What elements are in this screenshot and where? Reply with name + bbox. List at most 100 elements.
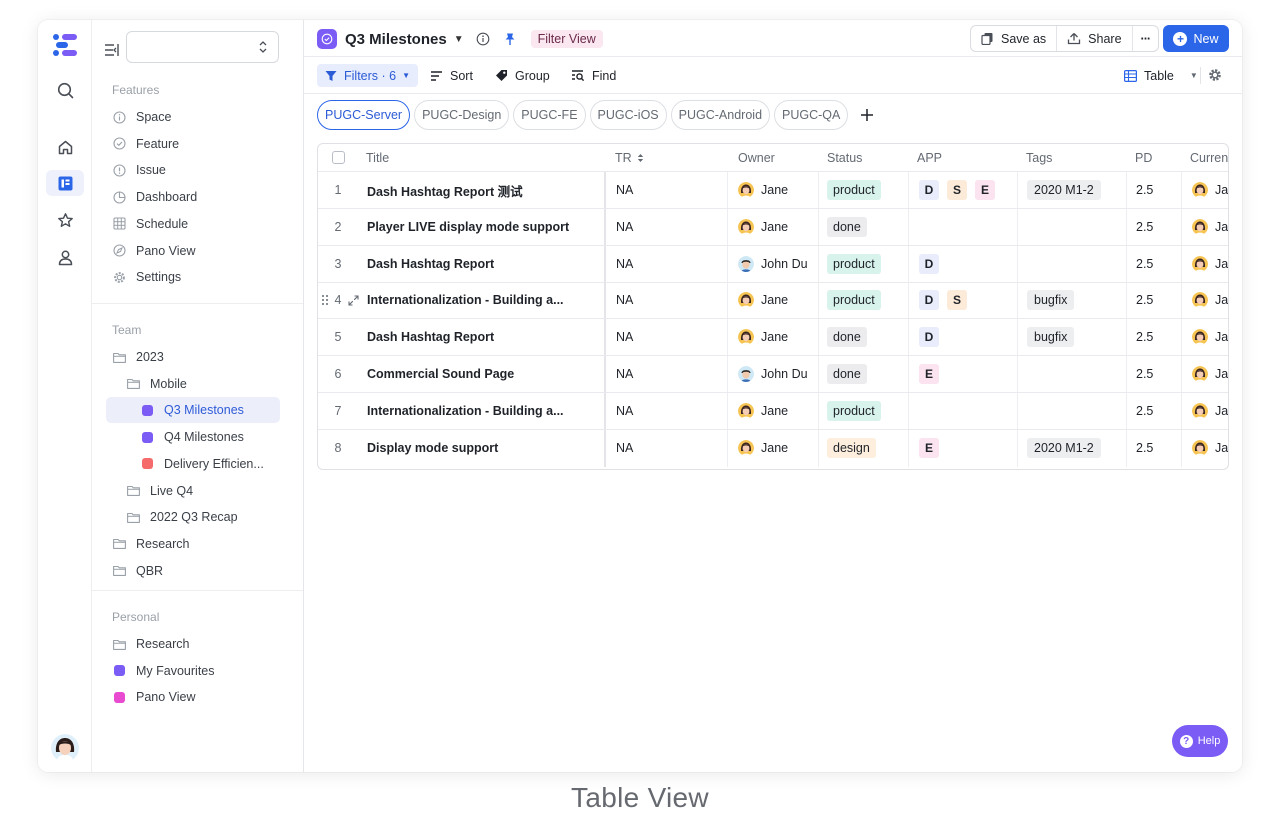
status-cell[interactable]: done — [819, 319, 909, 356]
collapse-sidebar-icon[interactable] — [104, 41, 122, 59]
title-cell[interactable]: Player LIVE display mode support — [363, 208, 606, 245]
more-button[interactable]: ··· — [1133, 26, 1159, 51]
tab-pugc-android[interactable]: PUGC-Android — [670, 100, 771, 130]
sidebar-item-issue[interactable]: Issue — [112, 157, 288, 183]
sidebar-item-settings[interactable]: Settings — [112, 264, 288, 290]
status-cell[interactable]: done — [819, 208, 909, 245]
tags-cell[interactable]: 2020 M1-2 — [1018, 172, 1127, 208]
title-cell[interactable]: Dash Hashtag Report 测试 — [363, 172, 606, 208]
pd-cell[interactable]: 2.5 — [1127, 356, 1182, 392]
pd-cell[interactable]: 2.5 — [1127, 429, 1182, 467]
current-owner-cell[interactable]: Jan — [1182, 282, 1228, 318]
title-cell[interactable]: Internationalization - Building a... — [363, 392, 606, 429]
tab-pugc-design[interactable]: PUGC-Design — [414, 100, 510, 130]
column-header-tags[interactable]: Tags — [1018, 144, 1126, 171]
sidebar-item-feature[interactable]: Feature — [112, 131, 288, 157]
app-cell[interactable]: D — [909, 245, 1018, 282]
status-cell[interactable]: design — [819, 429, 909, 467]
sidebar-item-q3-milestones[interactable]: Q3 Milestones — [106, 397, 280, 424]
tr-cell[interactable]: NA — [606, 356, 728, 392]
select-all-checkbox[interactable] — [331, 151, 345, 164]
sidebar-item-research[interactable]: Research — [112, 531, 288, 557]
current-owner-cell[interactable]: Jan — [1182, 356, 1228, 392]
save-as-button[interactable]: Save as — [971, 26, 1058, 51]
tab-pugc-fe[interactable]: PUGC-FE — [513, 100, 586, 130]
title-cell[interactable]: Internationalization - Building a... — [363, 282, 606, 319]
pin-icon[interactable] — [503, 32, 517, 46]
view-type-select[interactable]: Table ▼ — [1124, 64, 1198, 87]
profile-button[interactable] — [46, 244, 84, 270]
sidebar-item-q4-milestones[interactable]: Q4 Milestones — [140, 424, 288, 450]
status-cell[interactable]: product — [819, 172, 909, 208]
sidebar-item-mobile[interactable]: Mobile — [126, 371, 288, 397]
table-row[interactable]: 8 Display mode support NA Jane design E 2020 M… — [318, 429, 1228, 467]
tr-cell[interactable]: NA — [606, 282, 728, 319]
drag-handle-icon[interactable] — [321, 294, 329, 306]
expand-row-icon[interactable] — [348, 294, 359, 309]
workspace-button[interactable] — [46, 170, 84, 196]
current-owner-cell[interactable]: Jan — [1182, 172, 1228, 208]
pd-cell[interactable]: 2.5 — [1127, 245, 1182, 282]
column-header-title[interactable]: Title — [358, 144, 605, 171]
status-cell[interactable]: product — [819, 245, 909, 282]
tags-cell[interactable]: bugfix — [1018, 319, 1127, 356]
search-button[interactable] — [46, 77, 84, 103]
title-cell[interactable]: Dash Hashtag Report — [363, 319, 606, 356]
table-row[interactable]: 3 Dash Hashtag Report NA John Du product D 2.5… — [318, 245, 1228, 283]
tags-cell[interactable]: bugfix — [1018, 282, 1127, 319]
app-cell[interactable]: E — [909, 429, 1018, 467]
owner-cell[interactable]: Jane — [728, 282, 819, 319]
share-button[interactable]: Share — [1057, 26, 1133, 51]
tags-cell[interactable]: 2020 M1-2 — [1018, 429, 1127, 467]
tab-pugc-ios[interactable]: PUGC-iOS — [589, 100, 667, 130]
pd-cell[interactable]: 2.5 — [1127, 319, 1182, 356]
tags-cell[interactable] — [1018, 245, 1127, 282]
app-cell[interactable]: D — [909, 319, 1018, 356]
find-button[interactable]: Find — [571, 64, 616, 87]
tags-cell[interactable] — [1018, 208, 1127, 245]
pd-cell[interactable]: 2.5 — [1127, 172, 1182, 208]
filter-view-badge[interactable]: Filter View — [530, 30, 603, 48]
status-cell[interactable]: done — [819, 356, 909, 392]
table-row[interactable]: 2 Player LIVE display mode support NA Jane d… — [318, 208, 1228, 246]
owner-cell[interactable]: Jane — [728, 429, 819, 467]
column-header-tr[interactable]: TR — [607, 144, 727, 171]
title-cell[interactable]: Display mode support — [363, 429, 606, 467]
column-header-owner[interactable]: Owner — [728, 144, 818, 171]
owner-cell[interactable]: Jane — [728, 319, 819, 356]
sidebar-item-delivery-efficien-[interactable]: Delivery Efficien... — [140, 451, 288, 477]
pd-cell[interactable]: 2.5 — [1127, 392, 1182, 429]
sidebar-item-2023[interactable]: 2023 — [112, 344, 288, 370]
app-cell[interactable]: DSE — [909, 172, 1018, 208]
page-title[interactable]: Q3 Milestones — [345, 31, 447, 48]
owner-cell[interactable]: Jane — [728, 172, 819, 208]
tr-cell[interactable]: NA — [606, 172, 728, 208]
tr-cell[interactable]: NA — [606, 208, 728, 245]
title-cell[interactable]: Commercial Sound Page — [363, 356, 606, 392]
add-tab-button[interactable] — [860, 100, 874, 130]
sidebar-item-pano-view[interactable]: Pano View — [112, 684, 288, 710]
column-header-current[interactable]: Curren — [1182, 144, 1228, 171]
sidebar-item-schedule[interactable]: Schedule — [112, 211, 288, 237]
tr-cell[interactable]: NA — [606, 429, 728, 467]
owner-cell[interactable]: John Du — [728, 356, 819, 392]
sidebar-item-live-q4[interactable]: Live Q4 — [126, 478, 288, 504]
pd-cell[interactable]: 2.5 — [1127, 282, 1182, 319]
current-owner-cell[interactable]: Jan — [1182, 393, 1228, 429]
column-header-app[interactable]: APP — [909, 144, 1017, 171]
sidebar-item-2022-q3-recap[interactable]: 2022 Q3 Recap — [126, 504, 288, 530]
sidebar-item-dashboard[interactable]: Dashboard — [112, 184, 288, 210]
column-header-status[interactable]: Status — [819, 144, 909, 171]
current-user-avatar[interactable] — [51, 734, 79, 762]
gear-icon[interactable] — [1208, 68, 1222, 82]
current-owner-cell[interactable]: Jan — [1182, 246, 1228, 282]
sort-button[interactable]: Sort — [430, 64, 473, 87]
table-row[interactable]: 6 Commercial Sound Page NA John Du done E 2.5 J… — [318, 356, 1228, 393]
tr-cell[interactable]: NA — [606, 245, 728, 282]
tr-cell[interactable]: NA — [606, 392, 728, 429]
tags-cell[interactable] — [1018, 392, 1127, 429]
status-cell[interactable]: product — [819, 282, 909, 319]
current-owner-cell[interactable]: Jan — [1182, 319, 1228, 355]
table-row[interactable]: 7 Internationalization - Building a... NA J… — [318, 392, 1228, 430]
current-owner-cell[interactable]: Jan — [1182, 430, 1228, 467]
